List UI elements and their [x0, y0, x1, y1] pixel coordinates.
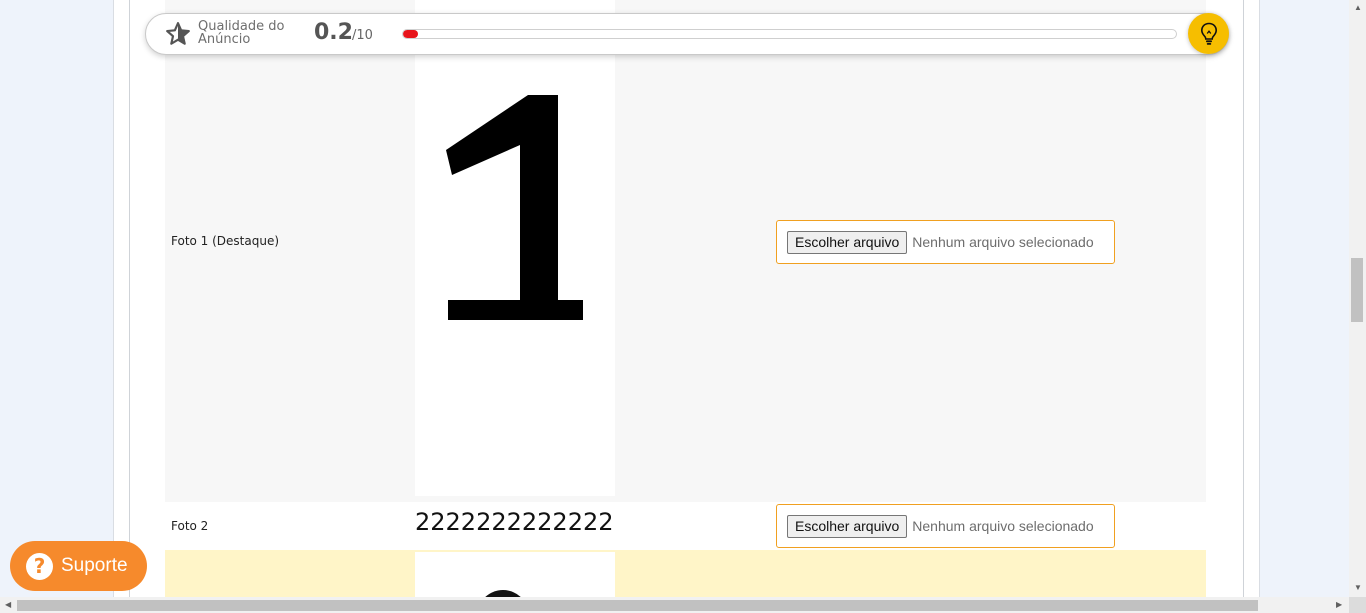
horizontal-scrollbar[interactable]: ◀ ▶	[0, 597, 1349, 613]
photo-row-1: Foto 1 (Destaque) Escolher arquivo Nenhu…	[165, 0, 1206, 502]
photo-1-file-status: Nenhum arquivo selecionado	[912, 234, 1094, 250]
photo-1-file-input[interactable]: Escolher arquivo Nenhum arquivo selecion…	[776, 220, 1115, 264]
support-button[interactable]: ? Suporte	[10, 541, 147, 591]
scroll-right-icon[interactable]: ▶	[1336, 601, 1342, 609]
quality-max: /10	[352, 28, 373, 43]
photo-2-preview: 2222222222222	[415, 508, 614, 536]
photo-row-2: Foto 2 2222222222222 Escolher arquivo Ne…	[165, 502, 1206, 550]
quality-bar: Qualidade do Anúncio 0.2 /10	[145, 13, 1229, 55]
support-label: Suporte	[61, 555, 128, 576]
quality-progress-track	[402, 29, 1177, 39]
quality-label: Qualidade do Anúncio	[198, 19, 285, 47]
photo-2-label: Foto 2	[171, 519, 209, 533]
photo-1-preview	[415, 0, 615, 496]
photo-3-image	[477, 590, 529, 597]
scroll-up-icon[interactable]: ▲	[1354, 4, 1362, 12]
tips-button[interactable]	[1188, 13, 1229, 54]
photo-1-label: Foto 1 (Destaque)	[171, 234, 280, 248]
photo-row-3	[165, 550, 1206, 597]
lightbulb-icon	[1200, 22, 1217, 45]
photo-2-file-input[interactable]: Escolher arquivo Nenhum arquivo selecion…	[776, 504, 1115, 548]
scroll-down-icon[interactable]: ▼	[1354, 584, 1362, 592]
photo-2-file-status: Nenhum arquivo selecionado	[912, 518, 1094, 534]
photo-3-preview	[415, 552, 615, 597]
scroll-left-icon[interactable]: ◀	[5, 601, 11, 609]
photo-2-choose-file-button[interactable]: Escolher arquivo	[787, 514, 908, 538]
star-icon	[166, 22, 190, 45]
quality-progress-fill	[403, 30, 419, 38]
horizontal-scrollbar-thumb[interactable]	[17, 600, 1258, 611]
scrollbar-corner	[1349, 597, 1366, 613]
photo-1-choose-file-button[interactable]: Escolher arquivo	[787, 230, 908, 254]
vertical-scrollbar-thumb[interactable]	[1351, 258, 1363, 322]
question-icon: ?	[26, 552, 53, 580]
quality-score: 0.2	[314, 20, 353, 45]
photo-1-image	[446, 95, 583, 320]
vertical-scrollbar[interactable]: ▲ ▼	[1349, 0, 1366, 597]
